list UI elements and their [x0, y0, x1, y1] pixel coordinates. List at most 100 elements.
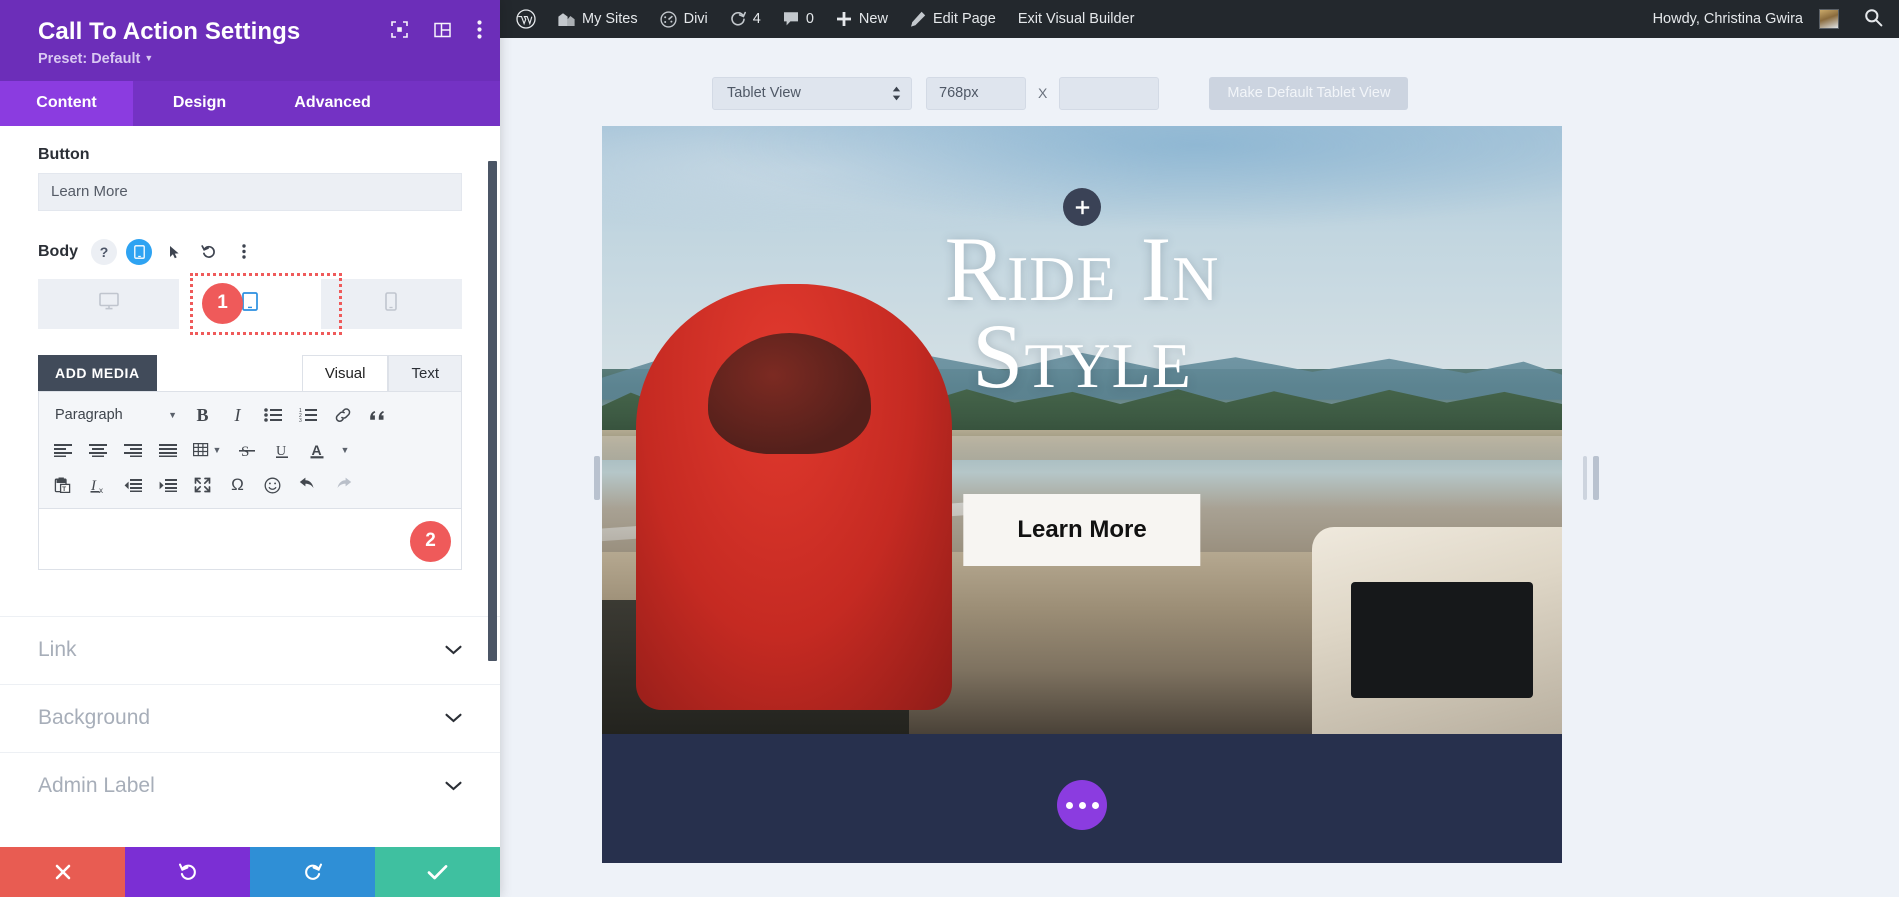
body-field-group: Body ?: [0, 239, 500, 329]
chevron-down-icon: ▼: [213, 445, 222, 455]
numbered-list-icon[interactable]: 1 2 3: [290, 399, 325, 431]
panel-scrollbar[interactable]: [488, 126, 497, 847]
indent-icon[interactable]: [150, 469, 185, 501]
chevron-down-icon: ▼: [168, 410, 177, 420]
hero-cta-button[interactable]: Learn More: [963, 494, 1200, 566]
svg-text:T: T: [62, 486, 66, 493]
redo-button[interactable]: [250, 847, 375, 897]
cancel-button[interactable]: [0, 847, 125, 897]
editor-mode-tabs: Visual Text: [302, 355, 462, 391]
preview-width-value: 768px: [939, 85, 979, 101]
admin-bar-new-content[interactable]: New: [825, 0, 899, 38]
blockquote-icon[interactable]: [360, 399, 395, 431]
dimension-separator: X: [1038, 85, 1047, 101]
table-icon[interactable]: ▼: [185, 434, 229, 466]
admin-bar-label: My Sites: [582, 11, 638, 27]
chevron-down-icon: [445, 778, 462, 795]
tab-text[interactable]: Text: [388, 355, 462, 391]
help-icon[interactable]: ?: [91, 239, 117, 265]
admin-bar-updates[interactable]: 4: [719, 0, 772, 38]
search-icon[interactable]: [1850, 8, 1899, 31]
tab-content[interactable]: Content: [0, 81, 133, 126]
preview-width-input[interactable]: 768px: [926, 77, 1026, 110]
admin-bar-exit-visual-builder[interactable]: Exit Visual Builder: [1007, 0, 1146, 38]
paste-as-text-icon[interactable]: T: [45, 469, 80, 501]
admin-bar-site-name[interactable]: Divi: [649, 0, 719, 38]
spinner-arrows-icon: [892, 86, 901, 101]
align-center-icon[interactable]: [80, 434, 115, 466]
options-icon[interactable]: [231, 239, 257, 265]
hover-cursor-icon[interactable]: [161, 239, 187, 265]
tab-advanced[interactable]: Advanced: [266, 81, 399, 126]
text-color-icon[interactable]: A: [299, 434, 334, 466]
emoji-icon[interactable]: [255, 469, 290, 501]
undo-icon[interactable]: [290, 469, 325, 501]
button-field-label: Button: [38, 146, 462, 164]
resize-handle-left[interactable]: [594, 456, 600, 500]
button-text-input[interactable]: [38, 173, 462, 211]
resize-handle-right-inner[interactable]: [1583, 456, 1587, 500]
preset-selector[interactable]: Preset: Default ▼: [38, 51, 478, 67]
panel-header-icon-group: [391, 20, 482, 39]
preset-label: Preset: Default: [38, 51, 140, 67]
fullscreen-icon[interactable]: [185, 469, 220, 501]
device-tab-tablet[interactable]: [179, 279, 320, 329]
layout-columns-icon[interactable]: [434, 22, 451, 38]
svg-text:A: A: [311, 442, 321, 458]
strikethrough-icon[interactable]: S: [229, 434, 264, 466]
admin-bar-greeting[interactable]: Howdy, Christina Gwira: [1642, 0, 1850, 38]
responsive-toggle-icon[interactable]: [126, 239, 152, 265]
bulleted-list-icon[interactable]: [255, 399, 290, 431]
desktop-icon: [99, 292, 119, 315]
svg-text:x: x: [99, 486, 103, 494]
text-color-dropdown-icon[interactable]: ▼: [334, 434, 356, 466]
tab-visual[interactable]: Visual: [302, 355, 389, 391]
reset-icon[interactable]: [196, 239, 222, 265]
resize-handle-right[interactable]: [1593, 456, 1599, 500]
add-media-button[interactable]: ADD MEDIA: [38, 355, 157, 391]
view-mode-select[interactable]: Tablet View: [712, 77, 912, 110]
redo-icon[interactable]: [325, 469, 360, 501]
preview-height-input[interactable]: [1059, 77, 1159, 110]
tab-design[interactable]: Design: [133, 81, 266, 126]
make-default-tablet-view-button[interactable]: Make Default Tablet View: [1209, 77, 1408, 110]
outdent-icon[interactable]: [115, 469, 150, 501]
focus-icon[interactable]: [391, 21, 408, 38]
admin-bar-my-sites[interactable]: My Sites: [547, 0, 649, 38]
underline-icon[interactable]: U: [264, 434, 299, 466]
wordpress-logo-icon[interactable]: [500, 0, 547, 38]
chevron-down-icon: [445, 710, 462, 727]
tablet-icon: [242, 292, 258, 316]
admin-bar-edit-page[interactable]: Edit Page: [899, 0, 1007, 38]
admin-bar-comments[interactable]: 0: [772, 0, 825, 38]
visual-builder-canvas: My Sites Divi 4: [500, 0, 1899, 897]
align-right-icon[interactable]: [115, 434, 150, 466]
hero-heading-line-2: Style: [602, 313, 1562, 400]
accordion-item-admin-label[interactable]: Admin Label: [0, 752, 500, 820]
special-character-icon[interactable]: Ω: [220, 469, 255, 501]
bold-icon[interactable]: B: [185, 399, 220, 431]
accordion-item-background[interactable]: Background: [0, 684, 500, 752]
device-tab-desktop[interactable]: [38, 279, 179, 329]
dot: [1079, 802, 1086, 809]
more-vertical-icon[interactable]: [477, 20, 482, 39]
clear-formatting-icon[interactable]: I x: [80, 469, 115, 501]
save-button[interactable]: [375, 847, 500, 897]
chevron-down-icon: ▼: [144, 53, 153, 63]
editor-toolbar: Paragraph ▼ B I: [38, 391, 462, 508]
body-label-row: Body ?: [38, 239, 462, 265]
accordion-label: Admin Label: [38, 774, 155, 798]
accordion-item-link[interactable]: Link: [0, 616, 500, 684]
settings-accordion: Link Background Admin Label: [0, 616, 500, 820]
align-left-icon[interactable]: [45, 434, 80, 466]
align-justify-icon[interactable]: [150, 434, 185, 466]
link-icon[interactable]: [325, 399, 360, 431]
ellipsis-icon[interactable]: [1057, 780, 1107, 830]
paragraph-format-select[interactable]: Paragraph ▼: [45, 399, 185, 431]
device-tab-phone[interactable]: [321, 279, 462, 329]
undo-button[interactable]: [125, 847, 250, 897]
editor-content-area[interactable]: 2: [38, 508, 462, 570]
callout-badge-1: 1: [202, 283, 243, 324]
italic-icon[interactable]: I: [220, 399, 255, 431]
panel-scrollbar-thumb[interactable]: [488, 161, 497, 661]
